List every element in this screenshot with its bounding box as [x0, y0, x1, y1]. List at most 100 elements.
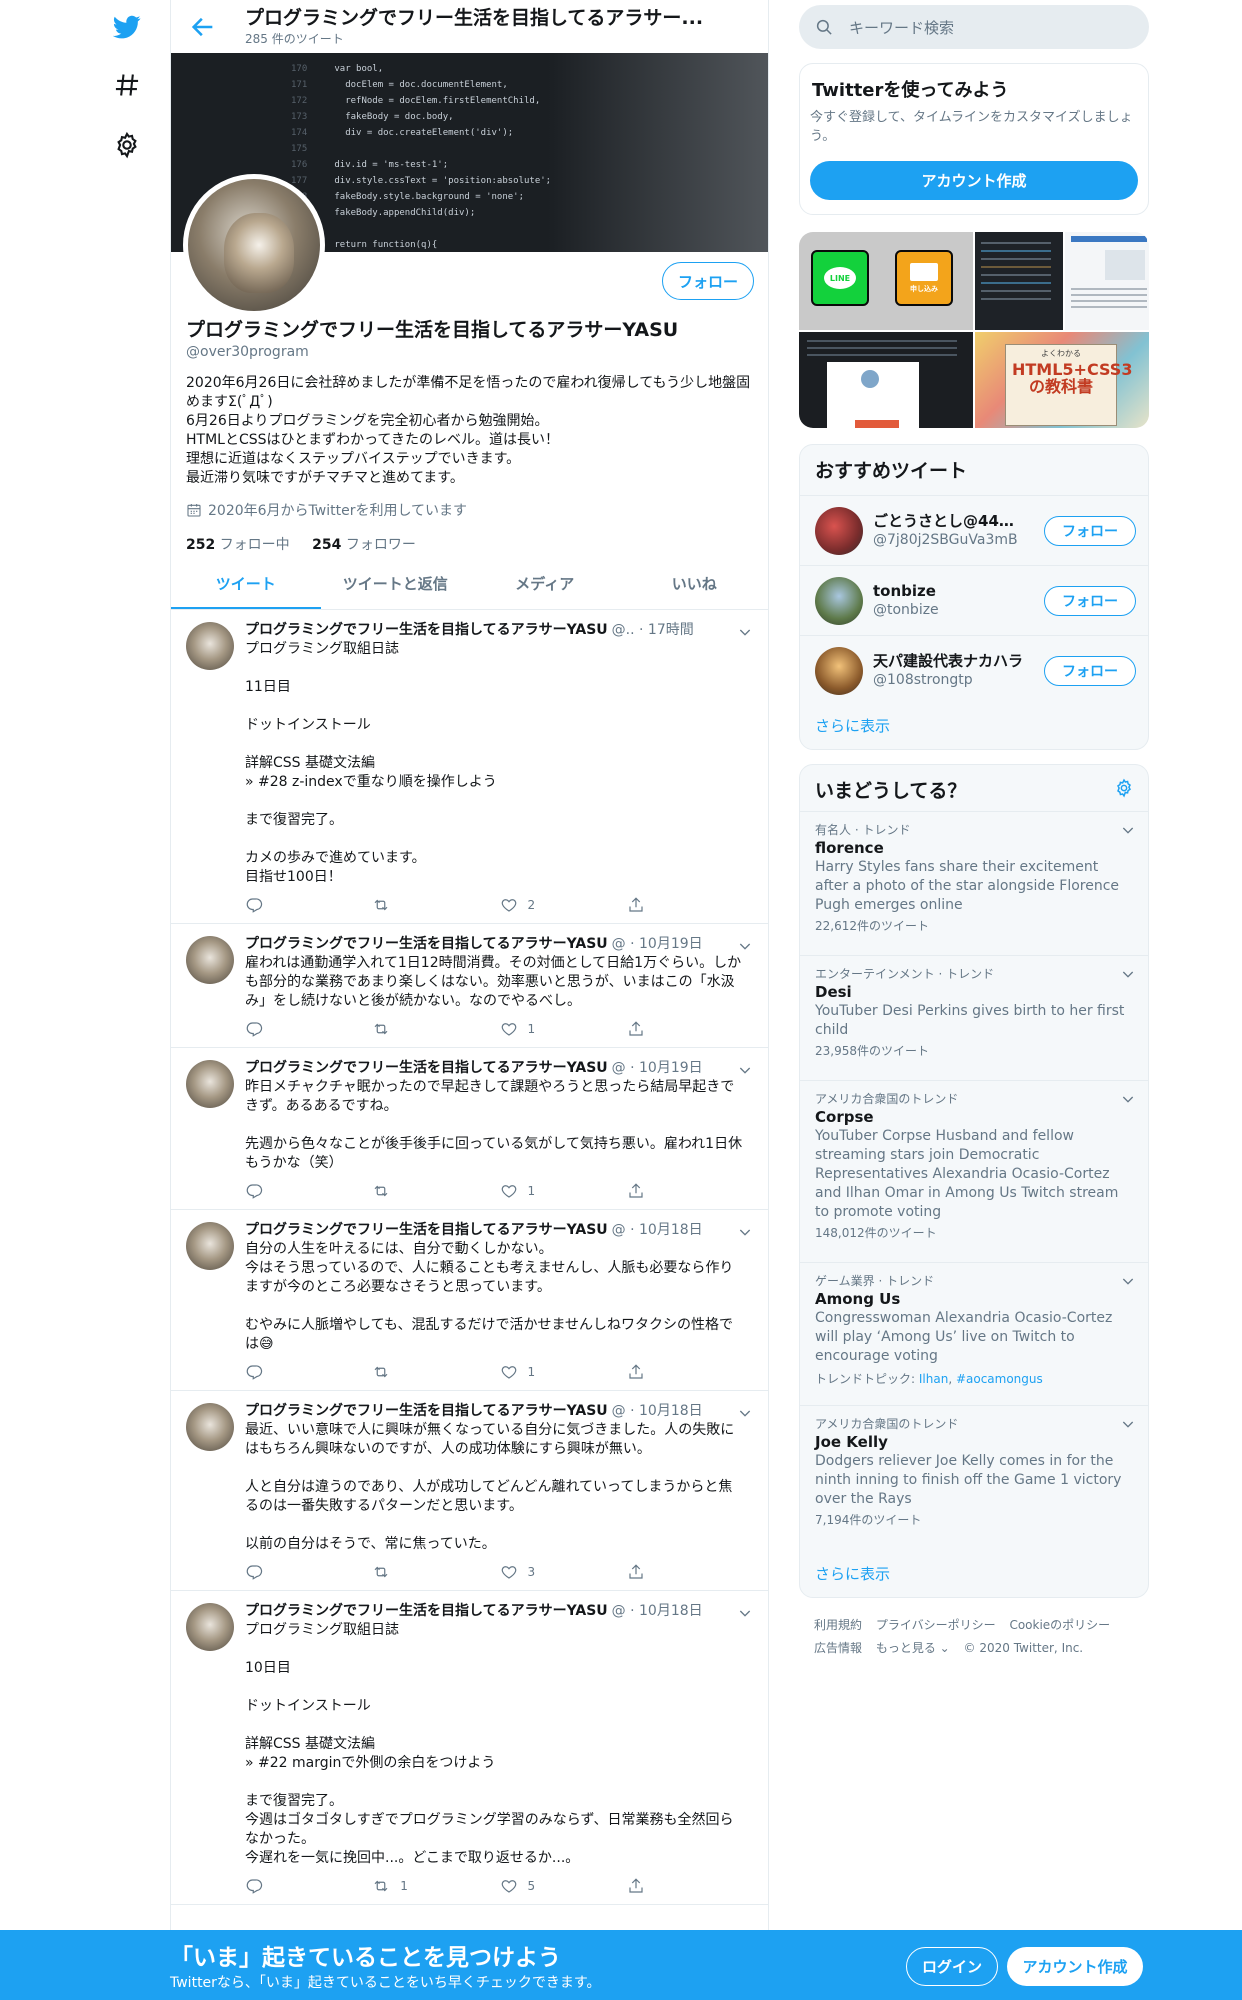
create-account-button[interactable]: アカウント作成: [810, 161, 1138, 200]
chevron-down-icon[interactable]: [1120, 822, 1136, 838]
trend-item[interactable]: アメリカ合衆国のトレンド Joe Kelly Dodgers reliever …: [800, 1405, 1148, 1549]
media-tile-line[interactable]: LINE 申し込み: [799, 232, 973, 330]
share-button[interactable]: [627, 1182, 754, 1200]
avatar[interactable]: [186, 1060, 234, 1108]
recommended-user[interactable]: 天パ建設代表ナカハラ @108strongtp フォロー: [800, 635, 1148, 705]
reply-button[interactable]: [245, 1182, 372, 1200]
reply-button[interactable]: [245, 896, 372, 914]
recommended-more-link[interactable]: さらに表示: [815, 715, 890, 736]
chevron-down-icon[interactable]: [737, 938, 753, 954]
trends-more-link[interactable]: さらに表示: [815, 1563, 890, 1584]
tweet[interactable]: プログラミングでフリー生活を目指してるアラサーYASU @ · 10月18日 最近、…: [171, 1391, 768, 1591]
tweet-author-name[interactable]: プログラミングでフリー生活を目指してるアラサーYASU: [245, 1058, 608, 1078]
chevron-down-icon[interactable]: [737, 1405, 753, 1421]
media-tile-web-1[interactable]: [1065, 232, 1149, 330]
share-button[interactable]: [627, 896, 754, 914]
like-button[interactable]: 1: [500, 1363, 627, 1381]
share-button[interactable]: [627, 1363, 754, 1381]
footer-ads-link[interactable]: 広告情報: [814, 1641, 862, 1655]
avatar[interactable]: [186, 936, 234, 984]
settings-gear-icon[interactable]: [112, 130, 142, 160]
login-button[interactable]: ログイン: [906, 1947, 998, 1986]
avatar[interactable]: [815, 576, 863, 625]
avatar[interactable]: [186, 1222, 234, 1270]
tab-likes[interactable]: いいね: [620, 558, 769, 609]
like-button[interactable]: 1: [500, 1020, 627, 1038]
trend-item[interactable]: アメリカ合衆国のトレンド Corpse YouTuber Corpse Husb…: [800, 1080, 1148, 1262]
avatar[interactable]: [815, 646, 863, 695]
like-button[interactable]: 1: [500, 1182, 627, 1200]
chevron-down-icon[interactable]: [737, 624, 753, 640]
tweet[interactable]: プログラミングでフリー生活を目指してるアラサーYASU @ · 10月18日 プログ…: [171, 1591, 768, 1905]
trend-topic-link[interactable]: Ilhan: [919, 1372, 948, 1386]
like-button[interactable]: 3: [500, 1563, 627, 1581]
tweet-meta[interactable]: @.. · 17時間: [612, 620, 694, 640]
chevron-down-icon[interactable]: [1120, 1273, 1136, 1289]
trend-item[interactable]: エンターテインメント · トレンド Desi YouTuber Desi Per…: [800, 955, 1148, 1080]
tweet-author-name[interactable]: プログラミングでフリー生活を目指してるアラサーYASU: [245, 934, 608, 954]
tweet-author-name[interactable]: プログラミングでフリー生活を目指してるアラサーYASU: [245, 620, 608, 640]
retweet-button[interactable]: [372, 1563, 499, 1581]
follow-button[interactable]: フォロー: [1044, 585, 1136, 616]
retweet-button[interactable]: [372, 896, 499, 914]
avatar[interactable]: [186, 1403, 234, 1451]
avatar[interactable]: [815, 506, 863, 555]
profile-avatar[interactable]: [183, 174, 325, 316]
like-button[interactable]: 5: [500, 1877, 627, 1895]
chevron-down-icon[interactable]: [1120, 966, 1136, 982]
follow-button[interactable]: フォロー: [1044, 655, 1136, 686]
chevron-down-icon[interactable]: [1120, 1416, 1136, 1432]
recommended-user[interactable]: tonbize @tonbize フォロー: [800, 565, 1148, 635]
retweet-button[interactable]: [372, 1020, 499, 1038]
tweet[interactable]: プログラミングでフリー生活を目指してるアラサーYASU @ · 10月18日 自分の…: [171, 1210, 768, 1391]
retweet-button[interactable]: [372, 1182, 499, 1200]
avatar[interactable]: [186, 1603, 234, 1651]
chevron-down-icon[interactable]: [737, 1224, 753, 1240]
retweet-button[interactable]: [372, 1363, 499, 1381]
footer-more-link[interactable]: もっと見る ⌄: [876, 1641, 950, 1655]
media-tile-code-2[interactable]: [799, 332, 973, 428]
share-button[interactable]: [627, 1020, 754, 1038]
chevron-down-icon[interactable]: [737, 1062, 753, 1078]
reply-button[interactable]: [245, 1020, 372, 1038]
reply-button[interactable]: [245, 1877, 372, 1895]
reply-button[interactable]: [245, 1363, 372, 1381]
hashtag-icon[interactable]: [112, 70, 142, 100]
tab-tweets-and-replies[interactable]: ツイートと返信: [321, 558, 471, 609]
chevron-down-icon[interactable]: [1120, 1091, 1136, 1107]
tweet-meta[interactable]: @ · 10月19日: [612, 934, 703, 954]
avatar[interactable]: [186, 622, 234, 670]
tweet-meta[interactable]: @ · 10月19日: [612, 1058, 703, 1078]
footer-terms-link[interactable]: 利用規約: [814, 1618, 862, 1632]
tab-tweets[interactable]: ツイート: [171, 558, 321, 609]
like-button[interactable]: 2: [500, 896, 627, 914]
footer-privacy-link[interactable]: プライバシーポリシー: [876, 1618, 996, 1632]
signup-button[interactable]: アカウント作成: [1007, 1947, 1143, 1986]
recommended-user[interactable]: ごとうさとし@44歳... @7j80j2SBGuVa3mB フォロー: [800, 495, 1148, 565]
trend-topic-link[interactable]: #aocamongus: [956, 1372, 1043, 1386]
tweet[interactable]: プログラミングでフリー生活を目指してるアラサーYASU @ · 10月19日 昨日メ…: [171, 1048, 768, 1210]
twitter-logo-icon[interactable]: [112, 12, 142, 42]
footer-cookie-link[interactable]: Cookieのポリシー: [1009, 1618, 1110, 1632]
tweet-meta[interactable]: @ · 10月18日: [612, 1220, 703, 1240]
tweet-meta[interactable]: @ · 10月18日: [612, 1401, 703, 1421]
retweet-button[interactable]: 1: [372, 1877, 499, 1895]
reply-button[interactable]: [245, 1563, 372, 1581]
back-arrow-icon[interactable]: [189, 13, 217, 41]
followers-link[interactable]: 254 フォロワー: [312, 537, 416, 553]
trend-item[interactable]: ゲーム業界 · トレンド Among Us Congresswoman Alex…: [800, 1262, 1148, 1405]
follow-button[interactable]: フォロー: [1044, 515, 1136, 546]
search-box[interactable]: キーワード検索: [799, 5, 1149, 49]
follow-button[interactable]: フォロー: [662, 262, 754, 300]
tweet-meta[interactable]: @ · 10月18日: [612, 1601, 703, 1621]
tweet-author-name[interactable]: プログラミングでフリー生活を目指してるアラサーYASU: [245, 1401, 608, 1421]
tab-media[interactable]: メディア: [470, 558, 620, 609]
media-tile-code-1[interactable]: [975, 232, 1063, 330]
chevron-down-icon[interactable]: [737, 1605, 753, 1621]
trend-item[interactable]: 有名人 · トレンド florence Harry Styles fans sh…: [800, 811, 1148, 955]
trends-settings-gear-icon[interactable]: [1114, 778, 1134, 798]
tweet-author-name[interactable]: プログラミングでフリー生活を目指してるアラサーYASU: [245, 1601, 608, 1621]
share-button[interactable]: [627, 1563, 754, 1581]
search-input[interactable]: キーワード検索: [849, 17, 954, 38]
tweet[interactable]: プログラミングでフリー生活を目指してるアラサーYASU @ · 10月19日 雇われ…: [171, 924, 768, 1048]
